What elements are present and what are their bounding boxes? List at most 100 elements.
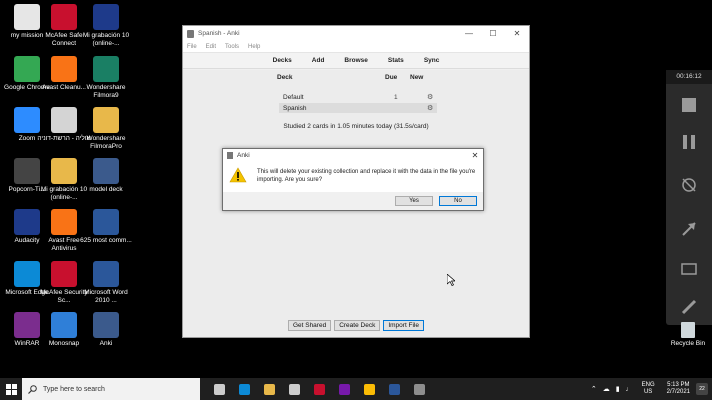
deck-row-spanish[interactable]: Spanish ⚙	[279, 103, 437, 113]
column-due: Due	[385, 74, 398, 81]
deck-name[interactable]: Spanish	[283, 105, 307, 112]
desktop-icon-label: 625 most comm...	[80, 237, 132, 244]
desktop-icon-label: model deck	[89, 186, 123, 193]
menu-tools[interactable]: Tools	[225, 44, 239, 50]
chevron-up-icon[interactable]: ⌃	[591, 385, 597, 393]
word-icon[interactable]	[383, 378, 406, 400]
anki-app-icon	[227, 152, 233, 159]
desktop-icon[interactable]: Mi grabación 10 (online-...	[79, 4, 133, 47]
app-icon	[51, 107, 77, 133]
taskbar-app-glyph	[314, 383, 325, 395]
anki-icon[interactable]	[408, 378, 431, 400]
gear-icon[interactable]: ⚙	[427, 93, 433, 101]
anki-window-title: Spanish - Anki	[198, 30, 240, 37]
recycle-bin[interactable]: Recycle Bin	[664, 322, 712, 347]
notification-count: 22	[699, 386, 705, 392]
app-icon	[93, 107, 119, 133]
app-icon	[51, 261, 77, 287]
no-button[interactable]: No	[439, 196, 477, 206]
taskbar-app-glyph	[264, 383, 275, 395]
battery-icon[interactable]: ▮	[616, 385, 620, 393]
deck-due-count: 1	[394, 93, 398, 101]
stop-icon[interactable]	[680, 96, 698, 114]
yes-button[interactable]: Yes	[395, 196, 433, 206]
create-deck-button[interactable]: Create Deck	[334, 320, 381, 331]
taskbar-clock[interactable]: 5:13 PM 2/7/2021	[667, 382, 690, 396]
language-code: ENG	[641, 382, 655, 388]
menu-help[interactable]: Help	[248, 44, 260, 50]
desktop-icon[interactable]: Wondershare Filmora9	[79, 56, 133, 99]
volume-icon[interactable]: ♩	[626, 386, 633, 393]
toolbar-stats[interactable]: Stats	[388, 57, 404, 64]
language-indicator[interactable]: ENG US	[642, 382, 655, 396]
close-icon[interactable]: ✕	[467, 151, 483, 160]
desktop-icon[interactable]: Wondershare FilmoraPro	[79, 107, 133, 150]
pen-tool-icon[interactable]	[680, 298, 698, 316]
taskbar-app-glyph	[414, 383, 425, 395]
store-icon[interactable]	[283, 378, 306, 400]
close-icon[interactable]: ✕	[505, 29, 529, 38]
app-icon	[93, 261, 119, 287]
warning-icon	[229, 167, 247, 183]
notification-center-icon[interactable]: 22	[696, 383, 708, 395]
minimize-icon[interactable]: —	[457, 29, 481, 38]
anki-app-icon	[187, 29, 194, 38]
deck-row-default[interactable]: Default 1 ⚙	[279, 92, 437, 102]
onenote-icon[interactable]	[333, 378, 356, 400]
search-icon	[28, 384, 37, 394]
app-icon	[93, 4, 119, 30]
toolbar-decks[interactable]: Decks	[273, 57, 292, 64]
taskbar-pinned-apps	[208, 378, 431, 400]
gear-icon[interactable]: ⚙	[427, 104, 433, 112]
maximize-icon[interactable]: ☐	[481, 29, 505, 38]
toolbar-add[interactable]: Add	[312, 57, 325, 64]
file-explorer-icon[interactable]	[258, 378, 281, 400]
mcafee-icon[interactable]	[308, 378, 331, 400]
app-icon	[51, 56, 77, 82]
pause-icon[interactable]	[680, 133, 698, 151]
dialog-footer: Yes No	[223, 192, 483, 210]
recording-panel: 00:16:12	[666, 70, 712, 325]
desktop-icon-label: Wondershare FilmoraPro	[86, 135, 126, 150]
desktop-icon[interactable]: Microsoft Word 2010 ...	[79, 261, 133, 304]
arrow-tool-icon[interactable]	[680, 220, 698, 238]
desktop-icon[interactable]: Anki	[79, 312, 133, 348]
webcam-off-icon[interactable]	[680, 176, 698, 194]
desktop-icon[interactable]: model deck	[79, 158, 133, 194]
desktop-icon-label: Anki	[99, 340, 113, 347]
chrome-icon[interactable]	[358, 378, 381, 400]
get-shared-button[interactable]: Get Shared	[287, 320, 332, 331]
toolbar-sync[interactable]: Sync	[424, 57, 440, 64]
system-tray: ⌃ ☁ ▮ ♩ ENG US 5:13 PM 2/7/2021 22	[588, 382, 712, 396]
edge-icon[interactable]	[233, 378, 256, 400]
studied-summary: Studied 2 cards in 1.05 minutes today (3…	[283, 123, 429, 130]
dialog-title: Anki	[237, 152, 250, 159]
recycle-bin-label: Recycle Bin	[670, 340, 706, 347]
app-icon	[51, 4, 77, 30]
menu-file[interactable]: File	[187, 44, 197, 50]
start-button[interactable]	[0, 378, 22, 400]
column-deck: Deck	[277, 74, 293, 81]
dialog-titlebar[interactable]: Anki ✕	[223, 149, 483, 162]
deck-name[interactable]: Default	[283, 94, 304, 101]
menu-edit[interactable]: Edit	[206, 44, 216, 50]
taskbar-search-box[interactable]: Type here to search	[22, 378, 200, 400]
deck-actions: Get Shared Create Deck Import File	[183, 320, 529, 331]
desktop-icon[interactable]: 625 most comm...	[79, 209, 133, 245]
network-icon[interactable]: ☁	[603, 385, 610, 393]
search-placeholder: Type here to search	[43, 385, 105, 393]
taskbar-app-glyph	[339, 383, 350, 395]
desktop-icon-label: Wondershare Filmora9	[86, 84, 126, 99]
toolbar-browse[interactable]: Browse	[344, 57, 367, 64]
import-file-button[interactable]: Import File	[383, 320, 425, 331]
app-icon	[93, 209, 119, 235]
mouse-cursor-icon	[447, 274, 455, 286]
rectangle-tool-icon[interactable]	[680, 260, 698, 278]
desktop-icon-label: Mi grabación 10 (online-...	[82, 32, 130, 47]
anki-titlebar[interactable]: Spanish - Anki — ☐ ✕	[183, 26, 529, 41]
taskbar: Type here to search ⌃ ☁ ▮ ♩ ENG US 5:13 …	[0, 378, 712, 400]
app-icon	[51, 312, 77, 338]
confirm-dialog: Anki ✕ This will delete your existing co…	[222, 148, 484, 211]
task-view-icon[interactable]	[208, 378, 231, 400]
column-new: New	[410, 74, 424, 81]
